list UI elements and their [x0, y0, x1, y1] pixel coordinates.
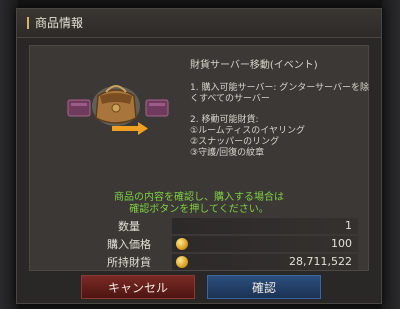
item-description: 財貨サーバー移動(イベント) 1. 購入可能サーバー: グンターサーバーを除くす… — [190, 60, 376, 159]
cancel-button[interactable]: キャンセル — [81, 275, 195, 299]
product-panel: 財貨サーバー移動(イベント) 1. 購入可能サーバー: グンターサーバーを除くす… — [29, 45, 369, 271]
background-right — [382, 0, 400, 309]
coin-icon — [176, 256, 188, 268]
price-row: 購入価格 100 — [90, 236, 360, 252]
balance-field: 28,711,522 — [172, 254, 358, 270]
balance-row: 所持財貨 28,711,522 — [90, 254, 360, 270]
item-desc-line1: 1. 購入可能サーバー: グンターサーバーを除くすべてのサーバー — [190, 83, 369, 104]
pouch-icon — [67, 85, 169, 126]
item-name: 財貨サーバー移動(イベント) — [190, 60, 318, 71]
confirm-message: 商品の内容を確認し、購入する場合は 確認ボタンを押してください。 — [30, 192, 368, 216]
confirm-message-line1: 商品の内容を確認し、購入する場合は — [114, 192, 284, 203]
price-field: 100 — [172, 236, 358, 252]
dialog-titlebar: 商品情報 — [17, 9, 381, 38]
item-desc-entry: ②スナッパーのリング — [190, 137, 280, 147]
item-image — [67, 85, 169, 135]
item-desc-line2-head: 2. 移動可能財貨: — [190, 115, 259, 125]
product-info-dialog: 商品情報 財貨サーバー移動(イベント) 1. 購入可能サーバー: グンターサーバ… — [16, 8, 382, 304]
quantity-row: 数量 1 — [90, 218, 360, 234]
confirm-message-line2: 確認ボタンを押してください。 — [129, 204, 269, 215]
confirm-button[interactable]: 確認 — [207, 275, 321, 299]
item-desc-entry: ①ルームティスのイヤリング — [190, 126, 305, 136]
balance-value: 28,711,522 — [289, 255, 352, 268]
price-label: 購入価格 — [107, 238, 151, 251]
quantity-label: 数量 — [118, 220, 140, 233]
quantity-value: 1 — [345, 219, 352, 232]
balance-label: 所持財貨 — [107, 256, 151, 269]
title-marker — [27, 17, 29, 29]
item-desc-entry: ③守護/回復の紋章 — [190, 148, 265, 158]
price-value: 100 — [331, 237, 352, 250]
dialog-title: 商品情報 — [35, 16, 84, 30]
quantity-field: 1 — [172, 218, 358, 234]
coin-icon — [176, 238, 188, 250]
